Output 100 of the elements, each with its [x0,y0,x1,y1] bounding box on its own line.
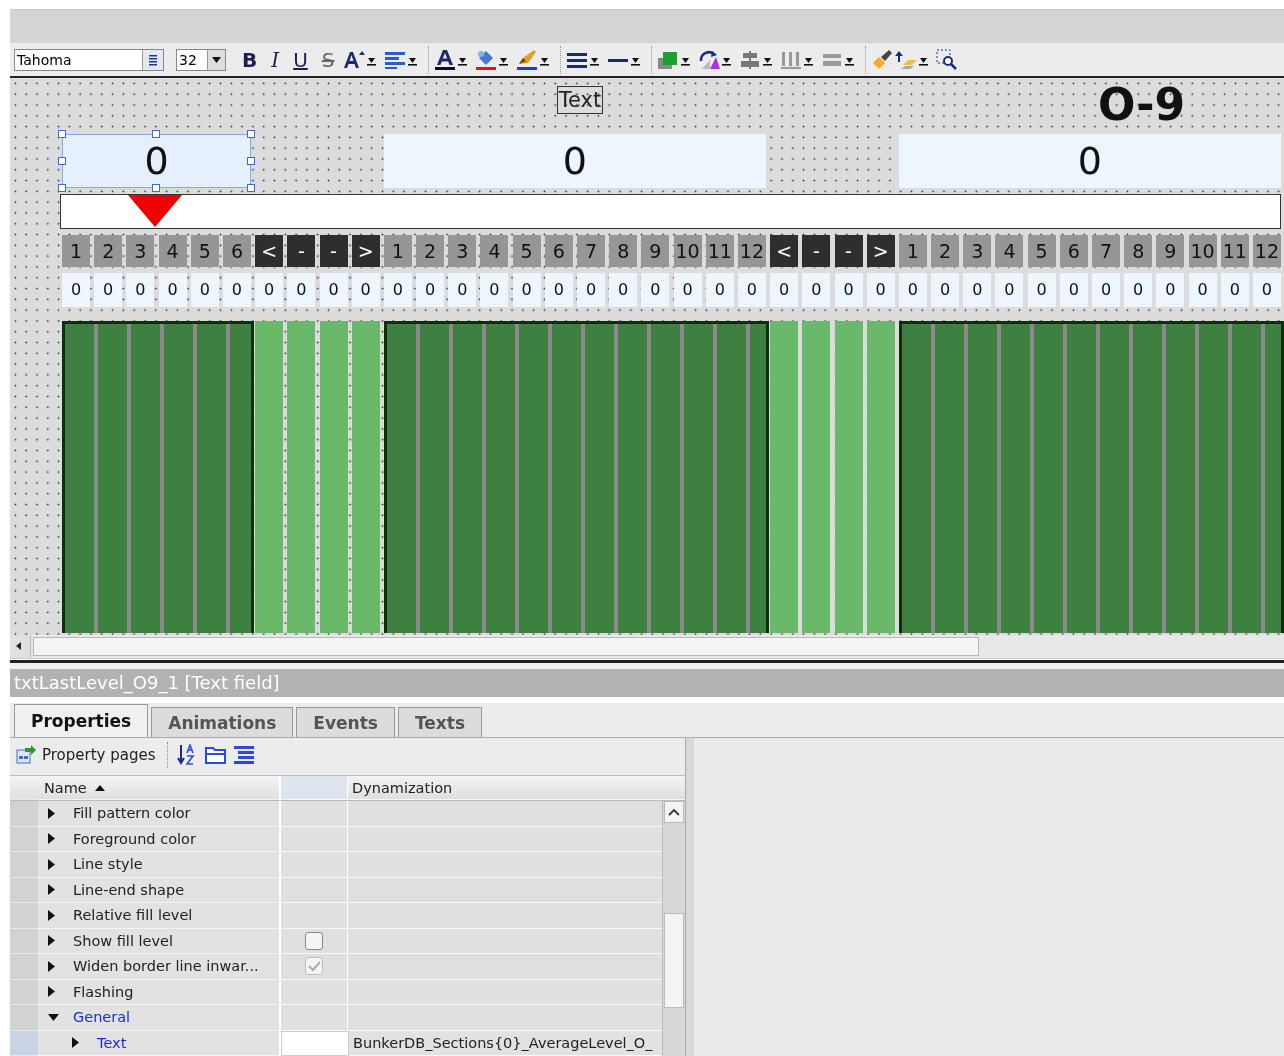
row-header-cell[interactable] [10,852,38,878]
strikethrough-button[interactable]: S [315,46,341,73]
value-cell: 0 [834,273,863,307]
section-label: 3 [963,235,992,267]
value-display: 0 [383,134,766,188]
value-cell: 0 [931,273,960,307]
property-name[interactable]: Flashing [73,983,134,1000]
value-cell: 0 [737,273,766,307]
font-size-icon[interactable] [342,49,365,70]
size-field[interactable]: 32 [176,48,226,71]
value-cell: 0 [1188,273,1217,307]
checkbox[interactable] [305,957,323,976]
value-cell: 0 [705,273,734,307]
value-cell: 0 [1124,273,1153,307]
property-name[interactable]: Fill pattern color [73,805,191,822]
row-header-cell[interactable] [10,928,38,954]
column-header[interactable]: Dynamization [348,776,685,800]
section-label: 6 [222,235,251,267]
section-label: 12 [1252,235,1281,267]
align-icon[interactable] [383,49,406,70]
row-header-cell[interactable] [10,1030,38,1056]
section-label: 9 [641,235,670,267]
folder-icon[interactable] [204,744,227,765]
align-center-icon[interactable] [738,49,761,70]
scroll-thumb[interactable] [33,637,979,656]
resize-handle[interactable] [152,184,161,192]
resize-handle[interactable] [58,157,66,165]
resize-handle[interactable] [58,184,66,192]
font-field[interactable]: Tahoma [14,48,164,71]
value-cell: 0 [963,273,992,307]
row-header-cell[interactable] [10,826,38,852]
property-name[interactable]: Line style [73,856,143,873]
row-header-cell[interactable] [10,954,38,980]
bold-button[interactable]: B [236,46,264,73]
text-color-icon[interactable] [433,48,456,71]
resize-handle[interactable] [246,157,255,165]
tab[interactable]: Events [296,707,395,737]
row-header-cell[interactable] [10,903,38,929]
value-cell: 0 [1156,273,1185,307]
horizontal-scrollbar[interactable] [10,635,1284,659]
section-label: 4 [158,235,187,267]
scroll-up-icon[interactable] [664,801,684,823]
section-label: 7 [1092,235,1120,267]
property-name[interactable]: Widen border line inwar... [73,958,259,975]
section-label: 11 [1220,235,1249,267]
row-header-cell[interactable] [10,1005,38,1031]
scroll-thumb[interactable] [664,913,684,1008]
vertical-scrollbar[interactable] [662,801,685,1056]
value-cell: 0 [448,273,477,307]
resize-handle[interactable] [58,130,66,138]
section-label: 5 [1027,235,1056,267]
collapse-arrow-icon[interactable] [48,1013,59,1021]
resize-handle[interactable] [152,130,161,138]
brush-icon[interactable] [515,48,538,71]
section-label: 10 [1188,235,1217,267]
nav-cell: < [770,235,799,267]
table-header-cell [281,776,348,800]
list-icon[interactable] [142,49,163,70]
section-label: 6 [1059,235,1088,267]
tree-list-icon[interactable] [232,744,255,765]
dropdown-icon[interactable] [207,49,225,70]
tab[interactable]: Animations [151,707,294,737]
zoom-icon[interactable] [935,48,958,71]
value-cell: 0 [1220,273,1249,307]
resize-handle[interactable] [246,130,255,138]
value-cell: 0 [158,273,187,307]
section-label: 10 [673,235,702,267]
resize-handle[interactable] [246,184,255,192]
section-label: 2 [931,235,960,267]
splitter-bar[interactable] [10,660,1284,669]
checkbox[interactable] [305,931,323,950]
property-name[interactable]: Line-end shape [73,881,185,898]
area-title: O-9 [1098,82,1187,128]
text-label: Text [556,86,604,114]
rotate-icon[interactable] [697,48,720,71]
value-cell: 0 [770,273,799,307]
italic-button[interactable]: I [265,46,286,73]
nav-cell: > [866,235,895,267]
value-cell: 0 [673,273,702,307]
nav-cell: - [834,235,863,267]
paint-bucket-icon[interactable] [474,48,497,71]
property-name[interactable]: Foreground color [73,830,196,847]
property-pages-button[interactable]: Property pages [14,744,158,765]
underline-button[interactable]: U [287,46,314,73]
property-name[interactable]: Relative fill level [73,907,193,924]
scroll-left-icon[interactable] [10,635,31,658]
section-label: 8 [609,235,638,267]
value-cell: 0 [222,273,251,307]
row-header-cell[interactable] [10,979,38,1005]
value-cell: 0 [351,273,380,307]
row-header-cell[interactable] [10,801,38,827]
tab[interactable]: Texts [397,707,483,737]
value-cell: 0 [544,273,573,307]
row-header-cell[interactable] [10,877,38,903]
value-cell: 0 [512,273,541,307]
tab[interactable]: Properties [14,704,149,737]
property-name[interactable]: Show fill level [73,932,173,949]
property-name[interactable]: Text [97,1034,127,1051]
property-name[interactable]: General [73,1009,131,1026]
property-pages-icon [16,744,36,765]
